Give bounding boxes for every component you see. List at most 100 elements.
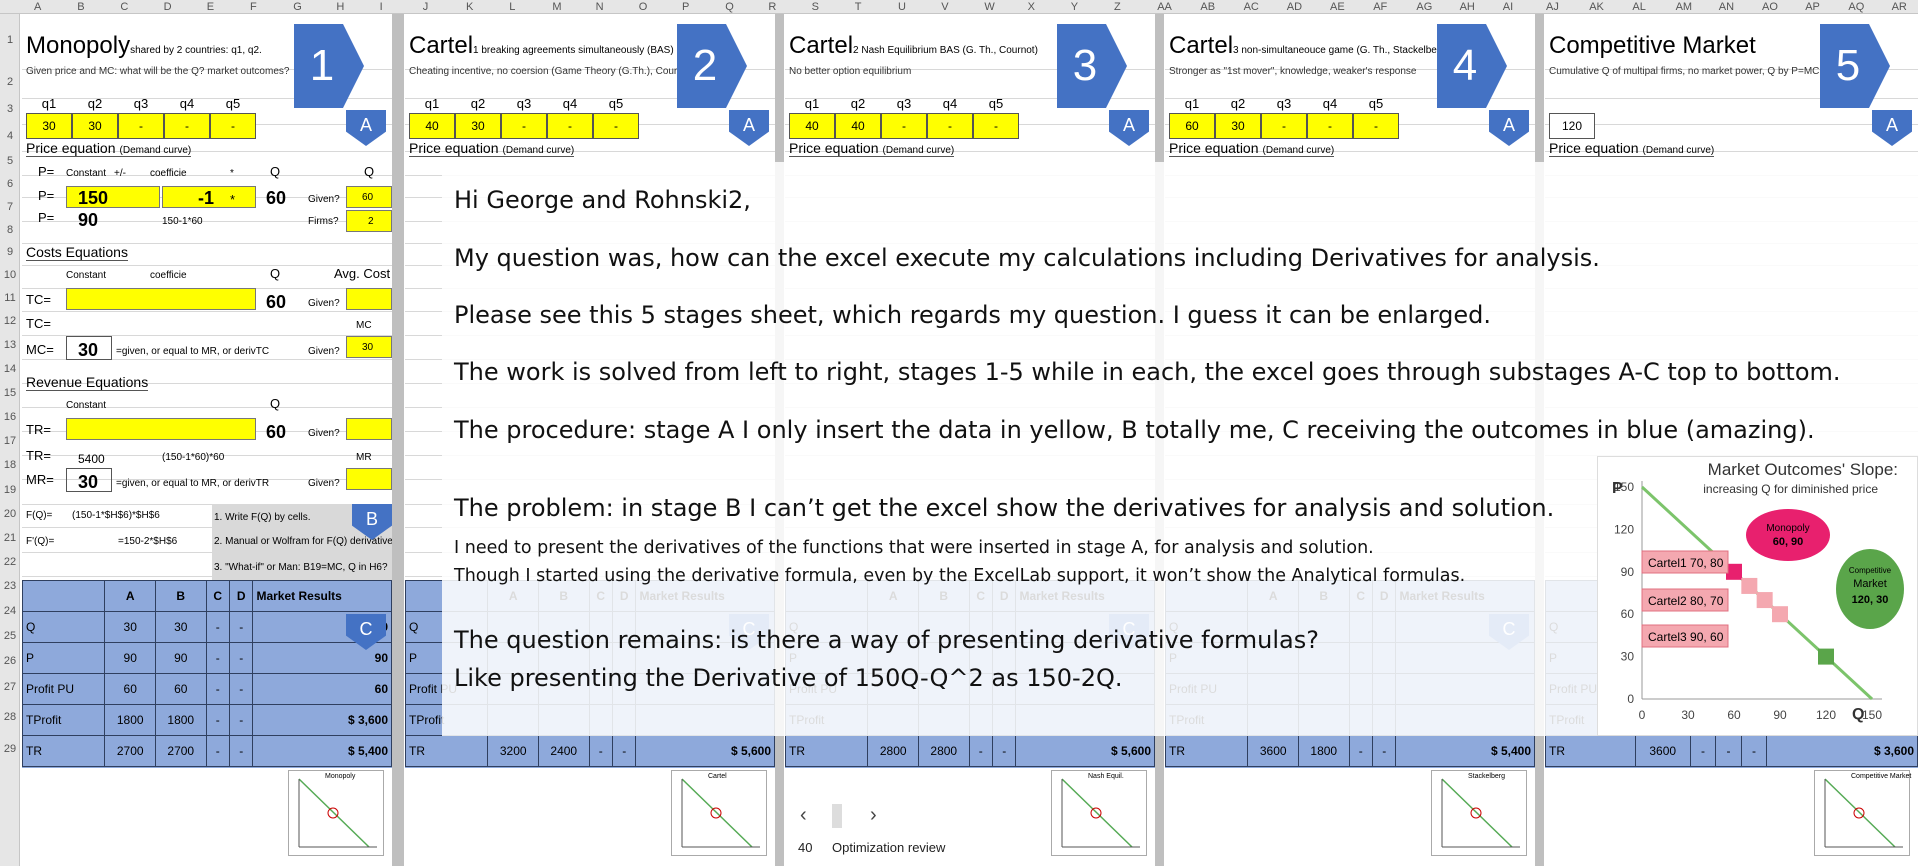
q-input-cell[interactable]: -: [547, 113, 593, 139]
column-label[interactable]: I: [380, 1, 383, 13]
row-label[interactable]: 25: [0, 630, 20, 642]
results-cell[interactable]: $ 5,600: [1015, 735, 1155, 767]
results-cell[interactable]: TR: [1165, 735, 1249, 767]
results-cell[interactable]: -: [228, 642, 254, 674]
results-cell[interactable]: -: [968, 735, 993, 767]
column-label[interactable]: AA: [1157, 1, 1172, 13]
row-label[interactable]: 3: [0, 103, 20, 115]
column-label[interactable]: AH: [1460, 1, 1475, 13]
column-label[interactable]: Q: [725, 1, 734, 13]
prev-sheet-button[interactable]: ‹: [800, 804, 807, 827]
column-label[interactable]: AQ: [1848, 1, 1864, 13]
results-cell[interactable]: -: [588, 735, 613, 767]
q-input-cell[interactable]: -: [593, 113, 639, 139]
column-label[interactable]: AO: [1762, 1, 1778, 13]
column-label[interactable]: Z: [1114, 1, 1121, 13]
q-input-cell[interactable]: -: [118, 113, 164, 139]
row-label[interactable]: 23: [0, 580, 20, 592]
q-input-cell[interactable]: -: [501, 113, 547, 139]
row-label[interactable]: 27: [0, 681, 20, 693]
results-cell[interactable]: -: [1740, 735, 1768, 767]
q-input-cell[interactable]: -: [973, 113, 1019, 139]
row-label[interactable]: 2: [0, 76, 20, 88]
q-input-cell[interactable]: -: [881, 113, 927, 139]
mini-chart[interactable]: Stackelberg: [1431, 770, 1527, 856]
column-label[interactable]: K: [466, 1, 473, 13]
next-sheet-button[interactable]: ›: [870, 804, 877, 827]
results-cell[interactable]: $ 5,400: [252, 735, 392, 767]
results-cell[interactable]: 1800: [104, 704, 156, 736]
results-cell[interactable]: 90: [104, 642, 156, 674]
column-label[interactable]: W: [984, 1, 994, 13]
results-cell[interactable]: 60: [252, 673, 392, 705]
mr-given-cell[interactable]: [346, 468, 392, 490]
column-label[interactable]: AL: [1632, 1, 1645, 13]
results-cell[interactable]: 1800: [1297, 735, 1350, 767]
column-label[interactable]: U: [898, 1, 906, 13]
row-label[interactable]: 4: [0, 130, 20, 142]
column-label[interactable]: D: [164, 1, 172, 13]
row-label[interactable]: 28: [0, 711, 20, 723]
mini-chart[interactable]: Nash Equil.: [1051, 770, 1147, 856]
row-label[interactable]: 16: [0, 411, 20, 423]
row-label[interactable]: 26: [0, 655, 20, 667]
results-cell[interactable]: -: [991, 735, 1017, 767]
row-label[interactable]: 6: [0, 178, 20, 190]
column-label[interactable]: AI: [1503, 1, 1513, 13]
results-cell[interactable]: -: [205, 642, 230, 674]
row-label[interactable]: 12: [0, 315, 20, 327]
q-input-cell[interactable]: 40: [789, 113, 835, 139]
results-cell[interactable]: 90: [252, 642, 392, 674]
results-cell[interactable]: 1800: [154, 704, 207, 736]
q-input-cell[interactable]: 60: [1169, 113, 1215, 139]
column-label[interactable]: AN: [1719, 1, 1734, 13]
results-cell[interactable]: 2800: [867, 735, 919, 767]
column-label[interactable]: R: [768, 1, 776, 13]
column-label[interactable]: P: [682, 1, 689, 13]
column-label[interactable]: F: [250, 1, 257, 13]
results-cell[interactable]: -: [205, 735, 230, 767]
column-label[interactable]: G: [293, 1, 302, 13]
column-label[interactable]: T: [855, 1, 862, 13]
results-cell[interactable]: Profit PU: [22, 673, 106, 705]
column-label[interactable]: N: [596, 1, 604, 13]
results-cell[interactable]: 3200: [487, 735, 539, 767]
results-cell[interactable]: -: [228, 673, 254, 705]
column-label[interactable]: V: [941, 1, 948, 13]
q-input-cell[interactable]: 30: [26, 113, 72, 139]
q-input-cell[interactable]: -: [1307, 113, 1353, 139]
row-label[interactable]: 20: [0, 508, 20, 520]
column-label[interactable]: M: [552, 1, 561, 13]
row-label[interactable]: 13: [0, 339, 20, 351]
row-label[interactable]: 29: [0, 743, 20, 755]
results-cell[interactable]: $ 3,600: [252, 704, 392, 736]
tr-given-cell[interactable]: [346, 418, 392, 440]
tc-input-cell[interactable]: [66, 288, 256, 310]
row-label[interactable]: 24: [0, 605, 20, 617]
results-cell[interactable]: -: [1348, 735, 1373, 767]
row-label[interactable]: 18: [0, 459, 20, 471]
sheet-tab-name[interactable]: Optimization review: [832, 840, 945, 855]
results-cell[interactable]: $ 5,400: [1395, 735, 1535, 767]
column-label[interactable]: Y: [1071, 1, 1078, 13]
results-cell[interactable]: -: [611, 735, 637, 767]
q-input-cell[interactable]: 40: [835, 113, 881, 139]
column-label[interactable]: O: [639, 1, 648, 13]
results-cell[interactable]: 30: [104, 611, 156, 643]
column-label[interactable]: AB: [1200, 1, 1215, 13]
column-label[interactable]: AP: [1805, 1, 1820, 13]
results-cell[interactable]: TR: [785, 735, 869, 767]
results-cell[interactable]: TR: [1545, 735, 1636, 767]
results-cell[interactable]: 3600: [1634, 735, 1691, 767]
results-cell[interactable]: 2800: [917, 735, 970, 767]
row-label[interactable]: 22: [0, 556, 20, 568]
results-cell[interactable]: 3600: [1247, 735, 1299, 767]
q-input-cell[interactable]: -: [927, 113, 973, 139]
q-input-cell[interactable]: -: [164, 113, 210, 139]
q-input-cell[interactable]: 120: [1549, 113, 1595, 139]
results-cell[interactable]: 2400: [537, 735, 590, 767]
results-cell[interactable]: $ 5,600: [635, 735, 775, 767]
results-cell[interactable]: -: [205, 704, 230, 736]
row-label[interactable]: 15: [0, 387, 20, 399]
results-cell[interactable]: 30: [154, 611, 207, 643]
